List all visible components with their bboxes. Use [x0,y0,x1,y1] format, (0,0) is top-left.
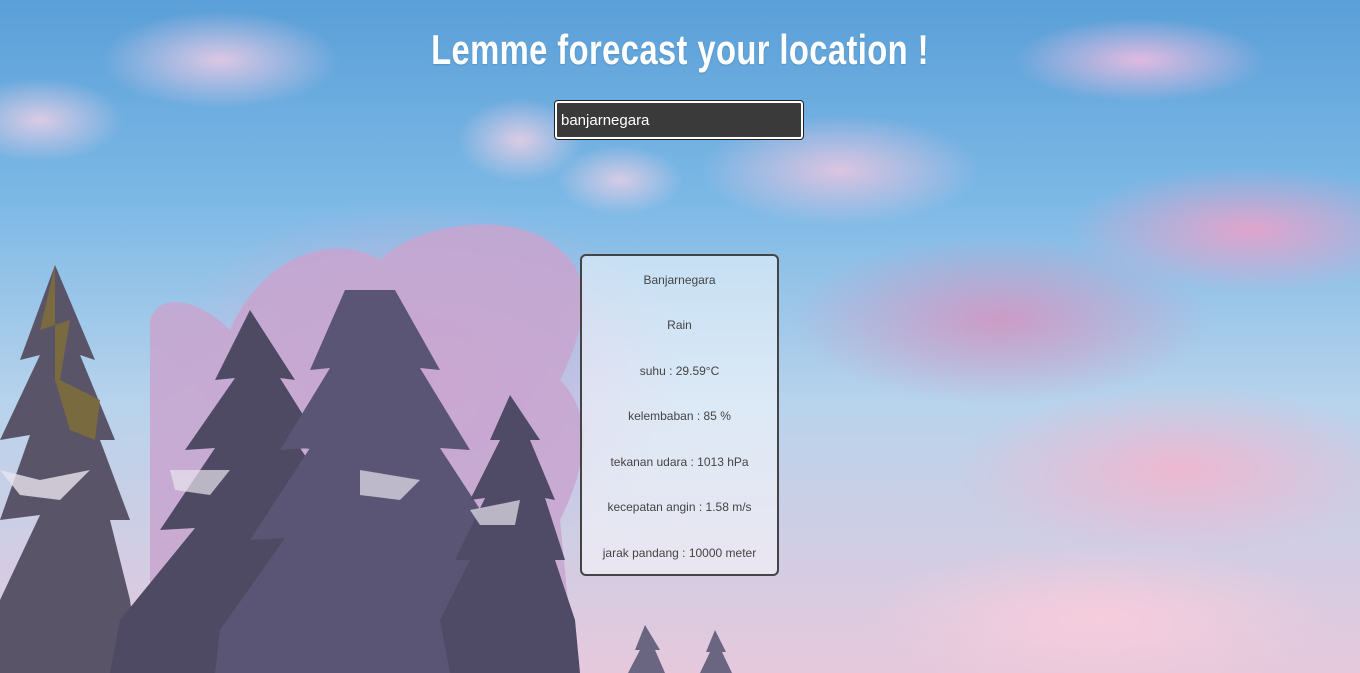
page-title: Lemme forecast your location ! [431,26,929,73]
temperature-text: suhu : 29.59°C [639,364,720,378]
humidity-text: kelembaban : 85 % [628,409,731,423]
weather-card: Banjarnegara Rain suhu : 29.59°C kelemba… [580,254,779,576]
pressure-text: tekanan udara : 1013 hPa [610,455,749,469]
visibility-text: jarak pandang : 10000 meter [602,546,757,560]
city-name: Banjarnegara [643,273,716,287]
wind-speed-text: kecepatan angin : 1.58 m/s [607,500,752,514]
weather-condition: Rain [667,318,692,332]
location-search-input[interactable] [555,101,803,139]
